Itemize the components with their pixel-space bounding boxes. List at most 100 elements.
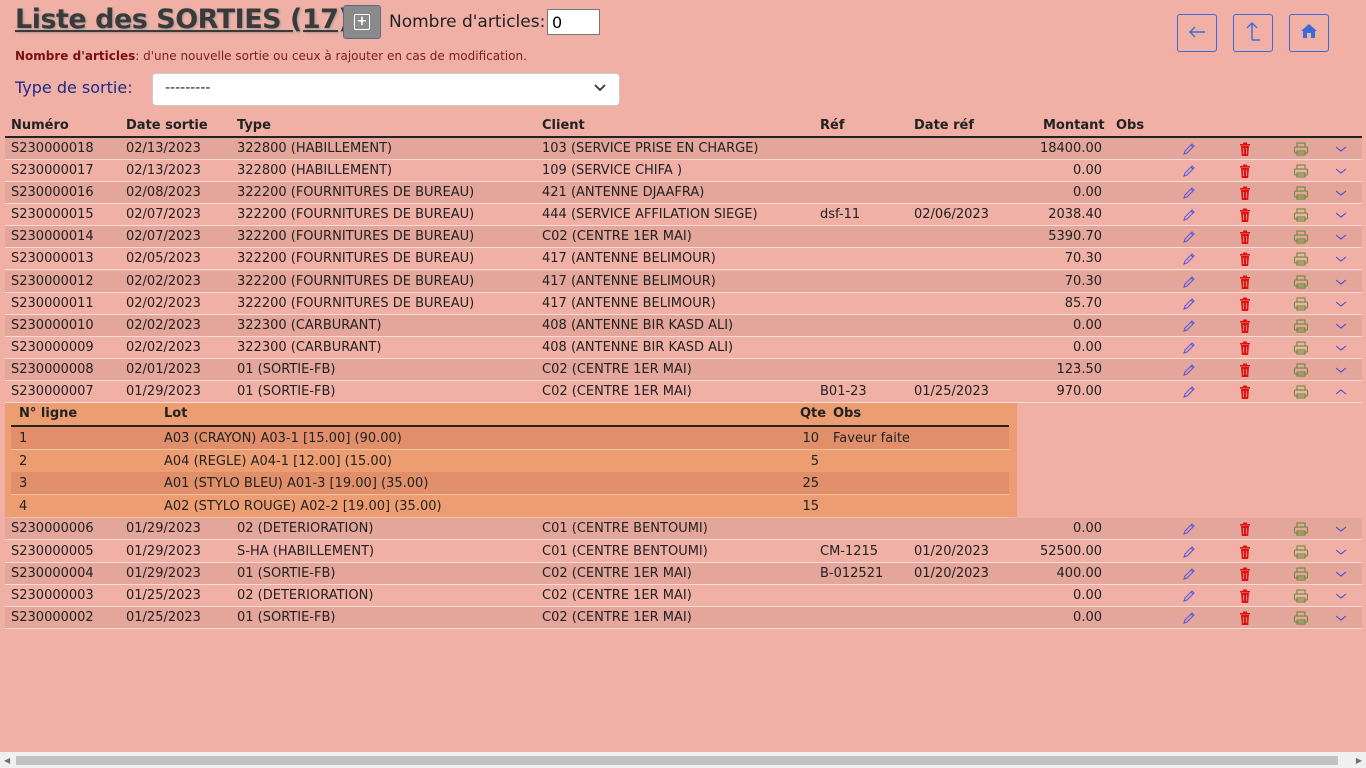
pencil-icon[interactable] [1181,207,1197,223]
table-row[interactable]: S230000003 01/25/2023 02 (DETERIORATION) C0… [5,585,1362,607]
chevron-down-icon[interactable] [1333,340,1349,356]
table-row[interactable]: S230000016 02/08/2023 322200 (FOURNITURES … [5,182,1362,204]
table-row[interactable]: S230000008 02/01/2023 01 (SORTIE-FB) C02 (C… [5,359,1362,381]
col-ref[interactable]: Réf [820,118,844,133]
col-montant[interactable]: Montant [1043,118,1105,133]
pencil-icon[interactable] [1181,229,1197,245]
pencil-icon[interactable] [1181,274,1197,290]
table-row[interactable]: S230000018 02/13/2023 322800 (HABILLEMENT)… [5,138,1362,160]
table-row[interactable]: S230000002 01/25/2023 01 (SORTIE-FB) C02 (C… [5,607,1362,629]
pencil-icon[interactable] [1181,163,1197,179]
back-button[interactable] [1177,14,1217,52]
trash-icon[interactable] [1237,362,1253,378]
pencil-icon[interactable] [1181,588,1197,604]
chevron-down-icon[interactable] [1333,141,1349,157]
chevron-down-icon[interactable] [1333,566,1349,582]
table-row[interactable]: S230000007 01/29/2023 01 (SORTIE-FB) C02 (C… [5,381,1362,403]
printer-icon[interactable] [1293,318,1309,334]
chevron-down-icon[interactable] [1333,163,1349,179]
chevron-down-icon[interactable] [1333,251,1349,267]
table-row[interactable]: S230000012 02/02/2023 322200 (FOURNITURES … [5,271,1362,293]
pencil-icon[interactable] [1181,251,1197,267]
col-client[interactable]: Client [542,118,585,133]
pencil-icon[interactable] [1181,610,1197,626]
chevron-down-icon[interactable] [1333,521,1349,537]
pencil-icon[interactable] [1181,566,1197,582]
trash-icon[interactable] [1237,566,1253,582]
printer-icon[interactable] [1293,251,1309,267]
printer-icon[interactable] [1293,229,1309,245]
pencil-icon[interactable] [1181,521,1197,537]
trash-icon[interactable] [1237,544,1253,560]
col-type[interactable]: Type [237,118,271,133]
up-button[interactable] [1233,14,1273,52]
printer-icon[interactable] [1293,566,1309,582]
chevron-down-icon[interactable] [1333,362,1349,378]
pencil-icon[interactable] [1181,544,1197,560]
pencil-icon[interactable] [1181,296,1197,312]
trash-icon[interactable] [1237,521,1253,537]
chevron-down-icon[interactable] [1333,185,1349,201]
trash-icon[interactable] [1237,141,1253,157]
chevron-down-icon[interactable] [1333,318,1349,334]
trash-icon[interactable] [1237,340,1253,356]
printer-icon[interactable] [1293,185,1309,201]
nb-articles-input[interactable] [547,9,600,35]
pencil-icon[interactable] [1181,318,1197,334]
table-row[interactable]: S230000009 02/02/2023 322300 (CARBURANT) 40… [5,337,1362,359]
printer-icon[interactable] [1293,544,1309,560]
col-date-sortie[interactable]: Date sortie [126,118,208,133]
scroll-right-icon[interactable]: ▶ [1356,756,1362,765]
printer-icon[interactable] [1293,340,1309,356]
table-row[interactable]: S230000014 02/07/2023 322200 (FOURNITURES … [5,226,1362,248]
scrollbar-thumb[interactable] [16,756,1338,765]
printer-icon[interactable] [1293,141,1309,157]
col-obs[interactable]: Obs [1116,118,1144,133]
chevron-down-icon[interactable] [1333,274,1349,290]
pencil-icon[interactable] [1181,185,1197,201]
pencil-icon[interactable] [1181,141,1197,157]
table-row[interactable]: S230000015 02/07/2023 322200 (FOURNITURES … [5,204,1362,226]
printer-icon[interactable] [1293,384,1309,400]
trash-icon[interactable] [1237,296,1253,312]
trash-icon[interactable] [1237,588,1253,604]
type-sortie-select[interactable]: --------- [152,73,620,106]
page-title[interactable]: Liste des SORTIES (17) [15,4,351,35]
printer-icon[interactable] [1293,521,1309,537]
printer-icon[interactable] [1293,207,1309,223]
printer-icon[interactable] [1293,362,1309,378]
trash-icon[interactable] [1237,185,1253,201]
table-row[interactable]: S230000004 01/29/2023 01 (SORTIE-FB) C02 (C… [5,563,1362,585]
pencil-icon[interactable] [1181,340,1197,356]
chevron-down-icon[interactable] [1333,544,1349,560]
trash-icon[interactable] [1237,207,1253,223]
col-date-ref[interactable]: Date réf [914,118,974,133]
trash-icon[interactable] [1237,163,1253,179]
trash-icon[interactable] [1237,318,1253,334]
pencil-icon[interactable] [1181,362,1197,378]
table-row[interactable]: S230000010 02/02/2023 322300 (CARBURANT) 40… [5,315,1362,337]
trash-icon[interactable] [1237,384,1253,400]
printer-icon[interactable] [1293,163,1309,179]
chevron-down-icon[interactable] [1333,207,1349,223]
scroll-left-icon[interactable]: ◀ [4,756,10,765]
printer-icon[interactable] [1293,274,1309,290]
home-button[interactable] [1289,14,1329,52]
chevron-down-icon[interactable] [1333,588,1349,604]
printer-icon[interactable] [1293,296,1309,312]
horizontal-scrollbar[interactable]: ◀ ▶ [0,752,1366,768]
trash-icon[interactable] [1237,610,1253,626]
table-row[interactable]: S230000005 01/29/2023 S-HA (HABILLEMENT) C0… [5,541,1362,563]
table-row[interactable]: S230000013 02/05/2023 322200 (FOURNITURES … [5,248,1362,270]
table-row[interactable]: S230000011 02/02/2023 322200 (FOURNITURES … [5,293,1362,315]
chevron-down-icon[interactable] [1333,296,1349,312]
trash-icon[interactable] [1237,274,1253,290]
col-numero[interactable]: Numéro [11,118,69,133]
printer-icon[interactable] [1293,610,1309,626]
chevron-down-icon[interactable] [1333,229,1349,245]
pencil-icon[interactable] [1181,384,1197,400]
trash-icon[interactable] [1237,229,1253,245]
table-row[interactable]: S230000017 02/13/2023 322800 (HABILLEMENT)… [5,160,1362,182]
add-sortie-button[interactable]: + [343,5,381,39]
table-row[interactable]: S230000006 01/29/2023 02 (DETERIORATION) C0… [5,518,1362,540]
